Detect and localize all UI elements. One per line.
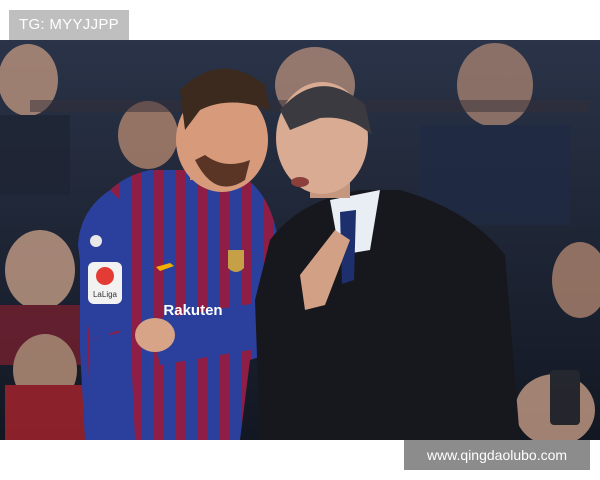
club-crest	[228, 250, 244, 272]
top-left-watermark-label: TG: MYYJJPP	[9, 10, 129, 40]
player-hand	[135, 318, 175, 352]
coach-mouth	[291, 177, 309, 187]
press-photo: LaLiga Rakuten	[0, 40, 600, 440]
bottom-right-watermark-label: www.qingdaolubo.com	[404, 440, 590, 470]
photo-illustration: LaLiga Rakuten	[0, 40, 600, 440]
laliga-badge-text: LaLiga	[93, 290, 118, 299]
sponsor-text: Rakuten	[163, 302, 222, 319]
